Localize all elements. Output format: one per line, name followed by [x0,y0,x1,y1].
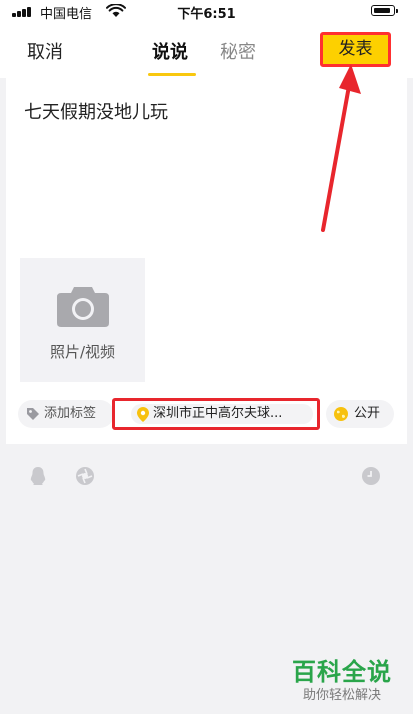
cancel-button[interactable]: 取消 [27,38,63,64]
post-text-input[interactable]: 七天假期没地儿玩 [24,98,168,124]
add-tag-label: 添加标签 [44,406,97,421]
location-pin-icon [137,407,149,422]
active-tab-indicator [148,73,196,76]
clock-icon[interactable] [361,466,381,486]
status-bar: 中国电信 下午6:51 [0,0,413,22]
tab-mimi[interactable]: 秘密 [220,38,256,64]
battery-icon [371,5,398,16]
location-chip[interactable]: 深圳市正中高尔夫球... [112,398,320,430]
visibility-label: 公开 [354,406,381,421]
tag-icon [27,408,39,420]
visibility-chip[interactable]: 公开 [326,400,394,428]
watermark-title: 百科全说 [292,658,392,686]
tab-shuoshuo[interactable]: 说说 [152,38,188,64]
watermark: 百科全说 助你轻松解决 [282,650,402,706]
add-photo-video-button[interactable]: 照片/视频 [20,258,145,382]
qq-penguin-icon[interactable] [28,466,48,486]
globe-icon [334,407,348,421]
camera-icon [57,287,109,327]
add-tag-chip[interactable]: 添加标签 [18,400,114,428]
photo-video-label: 照片/视频 [49,343,116,361]
status-time: 下午6:51 [177,7,236,22]
location-label: 深圳市正中高尔夫球... [153,406,283,421]
screen: 中国电信 下午6:51 取消 说说 秘密 发表 七天假期没地儿玩 照片/视频 添… [0,0,413,714]
annotation-arrow [321,64,361,232]
shutter-icon[interactable] [75,466,95,486]
watermark-subtitle: 助你轻松解决 [302,688,381,703]
